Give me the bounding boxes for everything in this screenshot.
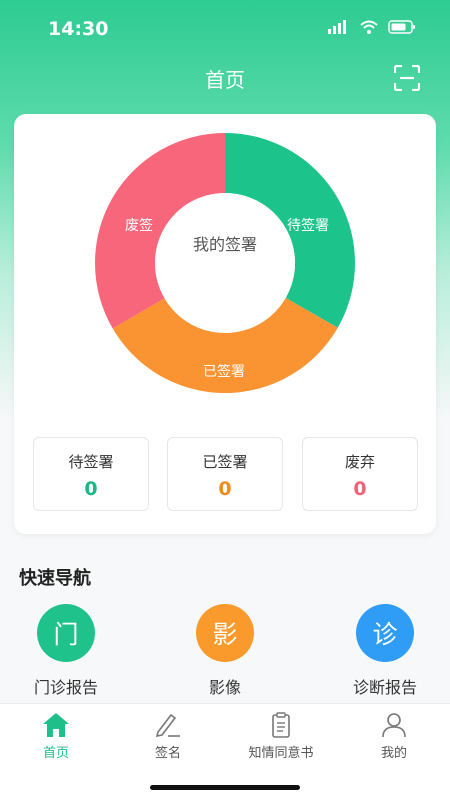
stat-pending-value: 0 — [84, 478, 98, 500]
quick-nav-label: 影像 — [208, 678, 241, 697]
tab-profile-label: 我的 — [380, 746, 407, 761]
tab-consent-form-label: 知情同意书 — [248, 746, 314, 761]
donut-hole — [155, 193, 295, 333]
stat-void[interactable]: 废弃 0 — [302, 437, 418, 511]
stat-void-value: 0 — [353, 478, 367, 500]
edit-icon — [155, 713, 180, 738]
status-icons — [328, 20, 416, 34]
tab-profile[interactable]: 我的 — [338, 712, 450, 761]
tab-consent-form[interactable]: 知情同意书 — [225, 712, 337, 761]
wifi-icon — [360, 20, 378, 34]
slice-label-void: 废签 — [125, 218, 153, 234]
outpatient-icon: 门 — [37, 604, 95, 662]
scan-icon[interactable] — [394, 65, 420, 91]
tab-sign-label: 签名 — [154, 746, 181, 761]
clipboard-icon — [272, 712, 290, 738]
imaging-icon: 影 — [196, 604, 254, 662]
stat-signed-value: 0 — [218, 478, 232, 500]
status-time: 14:30 — [48, 18, 109, 40]
battery-icon — [388, 20, 415, 34]
user-icon — [382, 713, 406, 738]
stat-signed[interactable]: 已签署 0 — [167, 437, 283, 511]
status-bar: 14:30 — [0, 0, 450, 58]
home-indicator — [150, 785, 300, 790]
quick-nav-imaging[interactable]: 影 影像 — [165, 604, 285, 698]
signature-donut-chart — [95, 133, 355, 393]
quick-nav-outpatient-report[interactable]: 门 门诊报告 — [6, 604, 126, 698]
stat-pending-label: 待签署 — [68, 453, 114, 471]
signal-icon — [328, 20, 346, 34]
diagnosis-icon: 诊 — [356, 604, 414, 662]
quick-nav-label: 诊断报告 — [352, 678, 417, 697]
stat-void-label: 废弃 — [344, 453, 375, 471]
chart-center-title: 我的签署 — [192, 235, 257, 254]
slice-label-signed: 已签署 — [203, 364, 245, 380]
signature-summary-card: 我的签署 待签署 已签署 废签 待签署 0 已签署 0 废弃 0 — [14, 114, 436, 534]
tab-home-label: 首页 — [42, 746, 69, 761]
quick-nav-title: 快速导航 — [19, 568, 91, 589]
home-icon — [43, 713, 69, 737]
tab-sign[interactable]: 签名 — [112, 712, 224, 761]
slice-label-pending: 待签署 — [287, 218, 329, 234]
tab-home[interactable]: 首页 — [0, 712, 112, 761]
stat-signed-label: 已签署 — [202, 453, 248, 471]
quick-nav-diagnosis-report[interactable]: 诊 诊断报告 — [325, 604, 445, 698]
quick-nav-label: 门诊报告 — [33, 678, 98, 697]
page-title: 首页 — [205, 68, 245, 92]
stat-pending[interactable]: 待签署 0 — [33, 437, 149, 511]
